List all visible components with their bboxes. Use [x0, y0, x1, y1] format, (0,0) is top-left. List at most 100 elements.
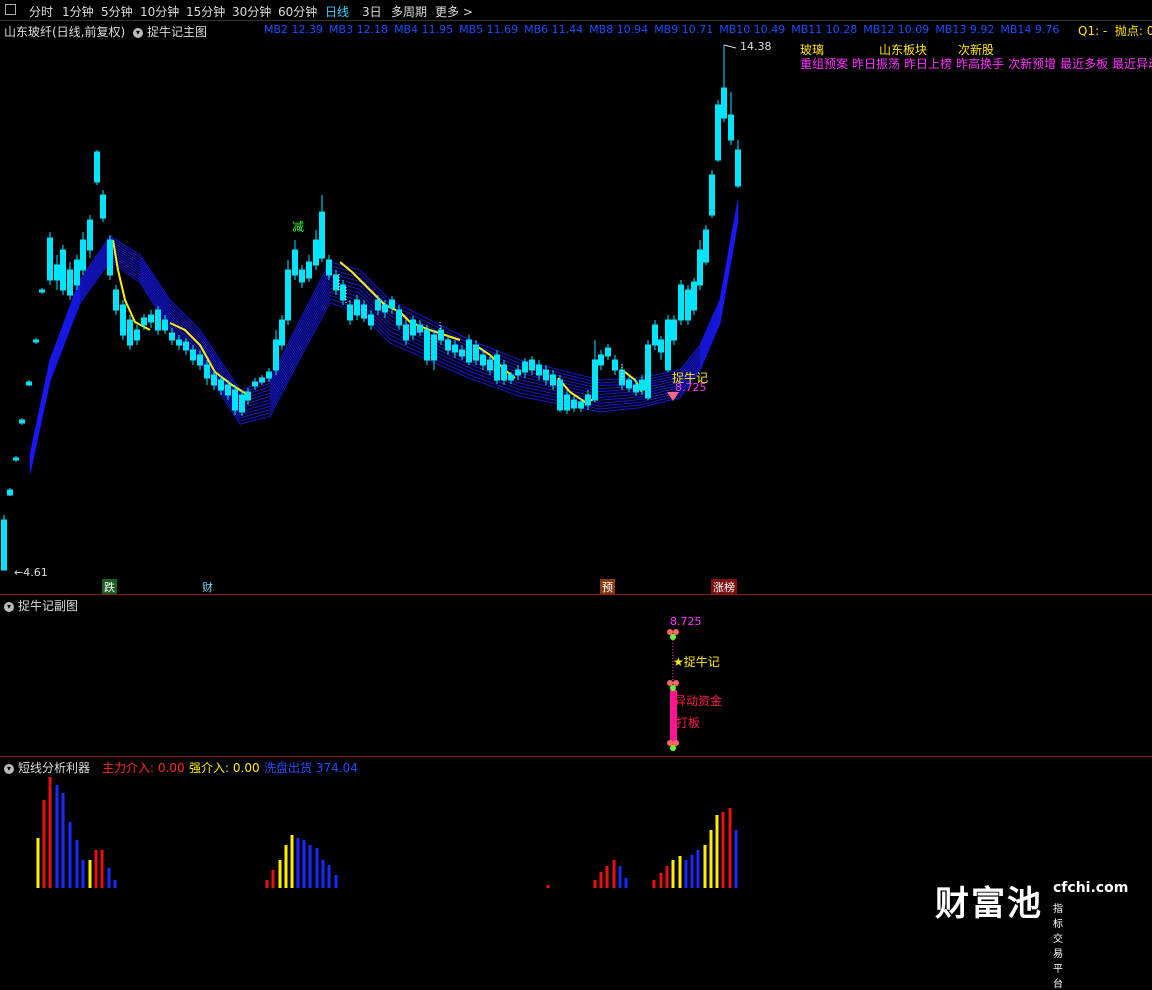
- candle-body: [578, 401, 584, 409]
- candle-body: [459, 349, 465, 357]
- volume-bar: [113, 880, 117, 888]
- volume-bar: [671, 860, 675, 888]
- candle-body: [141, 317, 147, 326]
- candle-body: [697, 249, 703, 286]
- candle-body: [60, 249, 66, 291]
- chart-canvas[interactable]: [0, 0, 1152, 943]
- panel-divider-1[interactable]: [0, 594, 1152, 595]
- panel-divider-2[interactable]: [0, 756, 1152, 757]
- volume-bar: [271, 870, 275, 888]
- candle-body: [306, 261, 312, 279]
- candle-body: [501, 364, 507, 381]
- candle-body: [368, 314, 374, 326]
- candle-body: [652, 324, 658, 346]
- volume-bar: [678, 856, 682, 888]
- sub1-value: 8.725: [670, 615, 702, 628]
- candle-body: [452, 344, 458, 353]
- signal-reduce: 减: [292, 220, 305, 234]
- candle-body: [665, 319, 671, 371]
- sub1-menu-icon[interactable]: ▾: [4, 601, 14, 612]
- candle-body: [735, 149, 741, 187]
- candle-body: [424, 329, 430, 361]
- signal-dot-icon: [673, 680, 679, 686]
- high-price-label: 14.38: [740, 40, 772, 53]
- candle-body: [204, 364, 210, 379]
- candle-body: [113, 289, 119, 311]
- badge-die[interactable]: 跌: [102, 579, 117, 595]
- badge-zhangbang[interactable]: 涨榜: [711, 579, 737, 595]
- volume-bar: [593, 880, 597, 888]
- volume-bar: [302, 840, 306, 888]
- candle-body: [410, 319, 416, 336]
- volume-bar: [334, 875, 338, 888]
- volume-bar: [696, 850, 700, 888]
- sub2-menu-icon[interactable]: ▾: [4, 763, 14, 774]
- volume-bar: [546, 885, 550, 888]
- volume-bar: [68, 822, 72, 888]
- candle-body: [396, 309, 402, 326]
- signal-dot-icon: [673, 629, 679, 635]
- volume-bar: [728, 808, 732, 888]
- candle-body: [431, 334, 437, 361]
- volume-bar: [107, 868, 111, 888]
- volume-bar: [265, 880, 269, 888]
- signal-dot-icon: [667, 740, 673, 746]
- candle-body: [466, 339, 472, 363]
- candle-body: [445, 339, 451, 351]
- candle-body: [721, 87, 727, 119]
- candle-body: [266, 371, 272, 379]
- candle-body: [26, 381, 32, 386]
- candle-body: [494, 354, 500, 381]
- candle-body: [211, 374, 217, 386]
- volume-bar: [278, 860, 282, 888]
- volume-bar: [665, 866, 669, 888]
- volume-bar: [290, 835, 294, 888]
- candle-body: [550, 374, 556, 386]
- candle-body: [529, 359, 535, 371]
- volume-bar: [652, 880, 656, 888]
- ma-ribbon-line: [29, 220, 739, 474]
- sub1-fund: 异动资金: [674, 694, 723, 708]
- candle-body: [169, 332, 175, 341]
- high-pointer: [723, 44, 737, 49]
- candle-body: [522, 361, 528, 373]
- candle-body: [218, 379, 224, 391]
- volume-bar: [61, 793, 65, 888]
- candle-body: [354, 299, 360, 316]
- volume-bar: [599, 872, 603, 888]
- candle-body: [7, 489, 13, 496]
- candle-body: [633, 384, 639, 393]
- candle-body: [382, 304, 388, 313]
- candle-body: [259, 377, 265, 383]
- candle-body: [473, 344, 479, 361]
- candle-body: [183, 341, 189, 351]
- candle-body: [333, 274, 339, 291]
- candle-body: [273, 339, 279, 371]
- volume-bar: [715, 815, 719, 888]
- candle-body: [685, 289, 691, 321]
- strong-entry-readout: 强介入: 0.00: [189, 761, 260, 775]
- signal-dot-icon: [667, 680, 673, 686]
- signal-dot-icon: [670, 685, 676, 691]
- signal-dot-icon: [670, 634, 676, 640]
- candle-body: [13, 457, 19, 461]
- candle-body: [543, 369, 549, 381]
- volume-bar: [721, 812, 725, 888]
- candle-body: [54, 264, 60, 281]
- volume-bar: [321, 860, 325, 888]
- volume-bar: [734, 830, 738, 888]
- badge-cai[interactable]: 财: [200, 579, 215, 595]
- candle-body: [190, 349, 196, 361]
- candle-body: [292, 249, 298, 276]
- candle-body: [313, 239, 319, 266]
- ma-ribbon-line: [29, 199, 739, 456]
- badge-yu[interactable]: 预: [600, 579, 615, 595]
- candle-body: [598, 354, 604, 366]
- candle-body: [438, 329, 444, 341]
- candle-body: [162, 319, 168, 331]
- candle-body: [176, 339, 182, 346]
- candle-body: [33, 339, 39, 343]
- candle-body: [107, 239, 113, 276]
- candle-body: [134, 329, 140, 341]
- candle-body: [19, 419, 25, 424]
